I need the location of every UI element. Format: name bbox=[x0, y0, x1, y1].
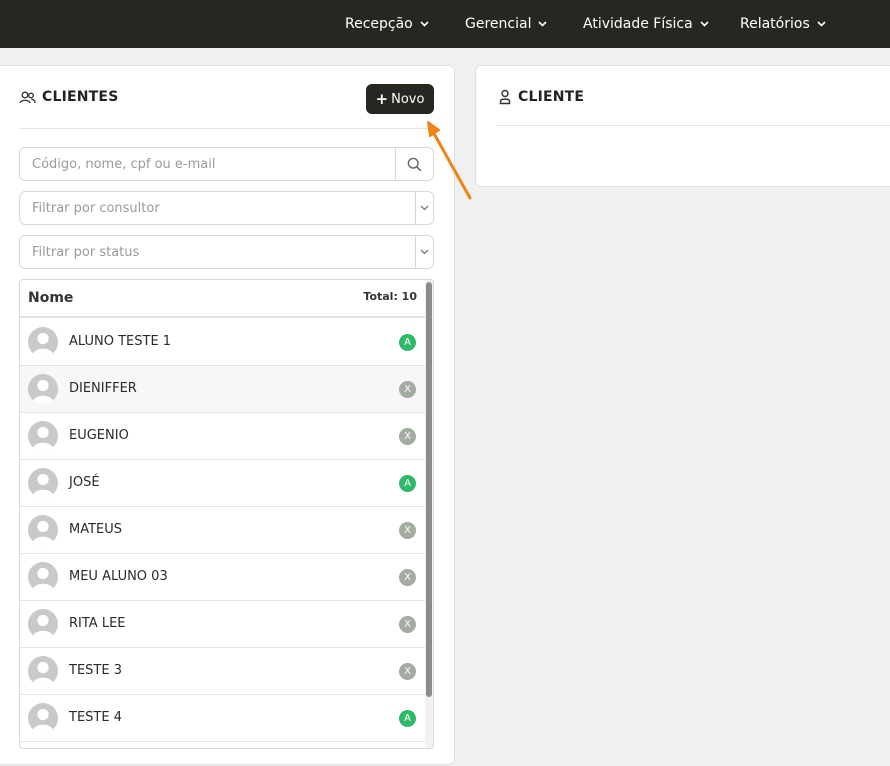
avatar-icon bbox=[28, 562, 58, 592]
column-header-name[interactable]: Nome bbox=[28, 290, 73, 306]
search-input[interactable]: Código, nome, cpf ou e-mail bbox=[20, 157, 395, 172]
avatar-icon bbox=[28, 703, 58, 733]
nav-item-recepcao[interactable]: Recepção bbox=[345, 0, 429, 48]
client-name: RITA LEE bbox=[69, 616, 126, 631]
nav-item-label: Relatórios bbox=[740, 16, 810, 32]
clientes-panel-title: CLIENTES bbox=[19, 89, 118, 105]
list-item[interactable]: RITA LEE X bbox=[20, 601, 425, 648]
list-item[interactable]: ALUNO TESTE 1 A bbox=[20, 319, 425, 366]
list-header: Nome Total: 10 bbox=[20, 280, 425, 318]
clientes-title-text: CLIENTES bbox=[42, 89, 119, 105]
status-badge: A bbox=[399, 710, 416, 727]
client-name: DIENIFFER bbox=[69, 381, 137, 396]
client-name: MEU ALUNO 03 bbox=[69, 569, 168, 584]
search-field[interactable]: Código, nome, cpf ou e-mail bbox=[19, 147, 434, 181]
new-client-button[interactable]: + Novo bbox=[366, 84, 434, 114]
avatar-icon bbox=[28, 656, 58, 686]
cliente-panel: CLIENTE bbox=[475, 65, 890, 187]
consultor-filter-select[interactable]: Filtrar por consultor bbox=[19, 191, 434, 225]
list-item[interactable]: JOSÉ A bbox=[20, 460, 425, 507]
chevron-down-icon bbox=[700, 21, 709, 27]
list-scrollbar-thumb[interactable] bbox=[426, 282, 432, 697]
avatar-icon bbox=[28, 374, 58, 404]
status-badge: X bbox=[399, 381, 416, 398]
cliente-title-text: CLIENTE bbox=[518, 89, 585, 105]
list-scrollbar[interactable] bbox=[425, 280, 433, 748]
avatar-icon bbox=[28, 515, 58, 545]
client-name: TESTE 3 bbox=[69, 663, 122, 678]
total-count: Total: 10 bbox=[363, 290, 417, 303]
top-navbar: Recepção Gerencial Atividade Física Rela… bbox=[0, 0, 890, 48]
nav-item-label: Gerencial bbox=[465, 16, 532, 32]
client-name: TESTE 4 bbox=[69, 710, 122, 725]
list-item[interactable]: TESTE 4 A bbox=[20, 695, 425, 742]
list-item[interactable]: EUGENIO X bbox=[20, 413, 425, 460]
chevron-down-icon bbox=[538, 21, 548, 27]
status-filter-placeholder: Filtrar por status bbox=[32, 244, 140, 260]
client-name: MATEUS bbox=[69, 522, 123, 537]
nav-item-relatorios[interactable]: Relatórios bbox=[740, 0, 826, 48]
status-badge: X bbox=[399, 663, 416, 680]
client-name: ALUNO TESTE 1 bbox=[69, 334, 172, 349]
cliente-panel-title: CLIENTE bbox=[498, 89, 584, 105]
avatar-icon bbox=[28, 468, 58, 498]
new-client-button-label: Novo bbox=[391, 91, 425, 107]
clientes-panel: CLIENTES + Novo Código, nome, cpf ou e-m… bbox=[0, 65, 455, 765]
nav-item-label: Atividade Física bbox=[583, 16, 693, 32]
status-badge: X bbox=[399, 616, 416, 633]
title-divider bbox=[19, 128, 434, 129]
chevron-down-icon bbox=[817, 21, 826, 27]
chevron-down-icon bbox=[420, 249, 429, 255]
status-filter-select[interactable]: Filtrar por status bbox=[19, 235, 434, 269]
avatar-icon bbox=[28, 327, 58, 357]
chevron-down-icon bbox=[420, 21, 429, 27]
status-badge: A bbox=[399, 475, 416, 492]
arrow-annotation bbox=[427, 121, 472, 200]
status-filter-toggle[interactable] bbox=[415, 236, 433, 268]
list-item[interactable]: MATEUS X bbox=[20, 507, 425, 554]
nav-item-atividade-fisica[interactable]: Atividade Física bbox=[583, 0, 709, 48]
list-item[interactable]: DIENIFFER X bbox=[20, 366, 425, 413]
plus-icon: + bbox=[375, 90, 389, 108]
client-name: JOSÉ bbox=[69, 475, 100, 490]
status-badge: A bbox=[399, 334, 416, 351]
list-item[interactable]: MEU ALUNO 03 X bbox=[20, 554, 425, 601]
clients-list: Nome Total: 10 ALUNO TESTE 1 A DIENIFFER X E… bbox=[19, 279, 434, 749]
status-badge: X bbox=[399, 569, 416, 586]
avatar-icon bbox=[28, 609, 58, 639]
status-badge: X bbox=[399, 428, 416, 445]
avatar-icon bbox=[28, 421, 58, 451]
nav-item-label: Recepção bbox=[345, 16, 413, 32]
nav-item-gerencial[interactable]: Gerencial bbox=[465, 0, 548, 48]
cliente-title-divider bbox=[496, 125, 890, 126]
client-name: EUGENIO bbox=[69, 428, 129, 443]
consultor-filter-placeholder: Filtrar por consultor bbox=[32, 200, 160, 216]
status-badge: X bbox=[399, 522, 416, 539]
user-icon bbox=[499, 89, 511, 105]
list-item[interactable]: TESTE 3 X bbox=[20, 648, 425, 695]
chevron-down-icon bbox=[420, 205, 429, 211]
users-icon bbox=[19, 91, 36, 103]
